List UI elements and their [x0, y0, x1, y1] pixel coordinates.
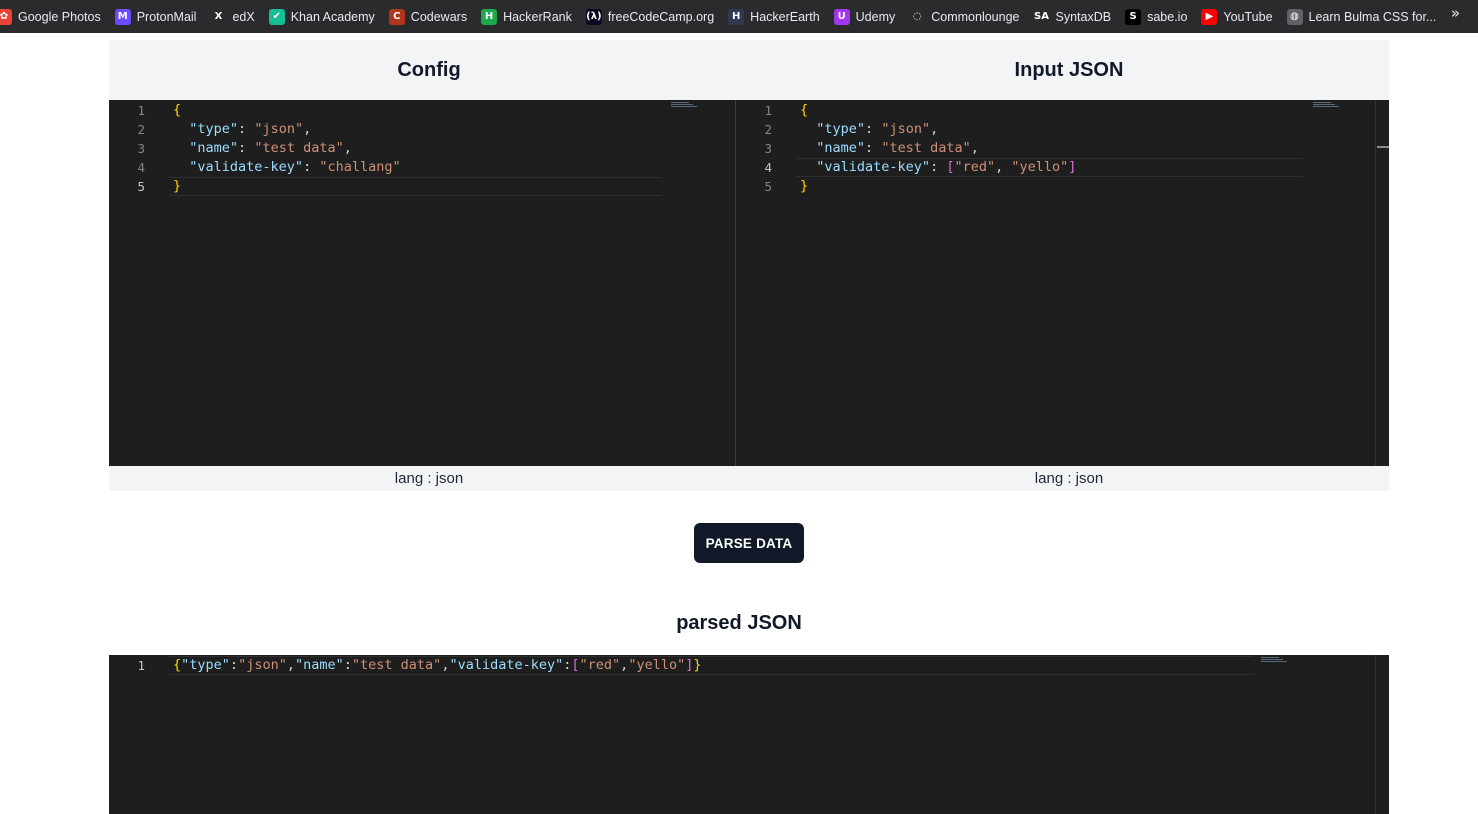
code-text: "validate-key": ["red", "yello"] — [816, 159, 1077, 175]
bookmark-label: Google Photos — [18, 9, 101, 24]
edx-icon: X — [210, 8, 227, 25]
parsed-editor-scrollbar[interactable] — [1375, 655, 1389, 814]
parsed-editor[interactable]: 1 {"type":"json","name":"test data","vali… — [109, 655, 1375, 814]
bookmark-khan-academy[interactable]: ✔ Khan Academy — [268, 5, 389, 29]
config-editor[interactable]: 1{2 "type": "json", 3 "name": "test data"… — [109, 100, 735, 466]
code-text: "name": "test data", — [189, 140, 352, 156]
line-number: 1 — [137, 103, 145, 118]
input-lang-label: lang : json — [749, 466, 1389, 491]
syntaxdb-icon: SA — [1033, 8, 1050, 25]
bookmark-codewars[interactable]: C Codewars — [388, 5, 481, 29]
config-lang-label: lang : json — [109, 466, 749, 491]
codewars-icon: C — [388, 8, 405, 25]
globe-icon: ◍ — [1286, 8, 1303, 25]
code-text: { — [173, 102, 182, 118]
line-number: 4 — [137, 160, 145, 175]
bookmark-commonlounge[interactable]: ◌ Commonlounge — [909, 5, 1033, 29]
code-line[interactable]: 1{ — [109, 101, 735, 120]
code-text: {"type":"json","name":"test data","valid… — [173, 657, 702, 673]
bookmark-label: freeCodeCamp.org — [607, 9, 715, 24]
bookmark-label: HackerEarth — [750, 9, 820, 24]
code-line[interactable]: 1{ — [736, 101, 1375, 120]
bookmark-label: Codewars — [410, 9, 468, 24]
config-panel-header: Config — [109, 40, 749, 100]
minimap[interactable] — [1313, 102, 1341, 108]
parse-data-button[interactable]: PARSE DATA — [694, 523, 804, 563]
config-title: Config — [397, 58, 461, 81]
bookmark-freecodecamp[interactable]: (λ) freeCodeCamp.org — [585, 5, 728, 29]
code-line[interactable]: 4 "validate-key": "challang" — [109, 158, 735, 177]
code-text: "validate-key": "challang" — [189, 159, 401, 175]
bookmark-udemy[interactable]: U Udemy — [833, 5, 910, 29]
bookmark-label: sabe.io — [1147, 9, 1188, 24]
code-line[interactable]: 2 "type": "json", — [109, 120, 735, 139]
freecodecamp-icon: (λ) — [585, 8, 602, 25]
bookmark-hackerrank[interactable]: H HackerRank — [481, 5, 586, 29]
line-number: 3 — [137, 141, 145, 156]
sabe-icon: S — [1125, 8, 1142, 25]
input-editor[interactable]: 1{2 "type": "json", 3 "name": "test data"… — [736, 100, 1375, 466]
code-line[interactable]: 5} — [736, 177, 1375, 196]
code-text: { — [800, 102, 809, 118]
bookmark-youtube[interactable]: ▶ YouTube — [1201, 5, 1286, 29]
code-line[interactable]: 5} — [109, 177, 735, 196]
input-panel-header: Input JSON — [749, 40, 1389, 100]
hackerearth-icon: H — [728, 8, 745, 25]
line-number: 2 — [764, 122, 772, 137]
bookmark-globe[interactable]: ◍ Learn Bulma CSS for... — [1286, 5, 1451, 29]
code-line[interactable]: 3 "name": "test data", — [736, 139, 1375, 158]
bookmark-label: Learn Bulma CSS for... — [1308, 9, 1437, 24]
line-number: 1 — [764, 103, 772, 118]
minimap[interactable] — [1261, 657, 1289, 663]
line-number: 2 — [137, 122, 145, 137]
bookmark-protonmail[interactable]: M ProtonMail — [114, 5, 211, 29]
hackerrank-icon: H — [481, 8, 498, 25]
bookmark-label: HackerRank — [503, 9, 572, 24]
line-number: 1 — [137, 658, 145, 673]
bookmark-label: ProtonMail — [136, 9, 197, 24]
google-photos-icon: ✿ — [0, 8, 12, 25]
khan-academy-icon: ✔ — [268, 8, 285, 25]
input-editor-scrollbar[interactable] — [1375, 100, 1389, 466]
line-number: 5 — [764, 179, 772, 194]
code-line[interactable]: 2 "type": "json", — [736, 120, 1375, 139]
code-line[interactable]: 4 "validate-key": ["red", "yello"] — [736, 158, 1375, 177]
input-title: Input JSON — [1014, 58, 1124, 81]
commonlounge-icon: ◌ — [909, 8, 926, 25]
code-line[interactable]: 3 "name": "test data", — [109, 139, 735, 158]
udemy-icon: U — [833, 8, 850, 25]
bookmark-edx[interactable]: XedX — [210, 5, 268, 29]
bookmark-hackerearth[interactable]: H HackerEarth — [728, 5, 833, 29]
youtube-icon: ▶ — [1201, 8, 1218, 25]
parsed-title: parsed JSON — [676, 612, 802, 634]
line-number: 4 — [764, 160, 772, 175]
bookmark-label: YouTube — [1223, 9, 1273, 24]
bookmark-label: SyntaxDB — [1055, 9, 1112, 24]
line-number: 5 — [137, 179, 145, 194]
code-text: } — [173, 178, 182, 194]
code-text: "name": "test data", — [816, 140, 979, 156]
bookmark-sabe[interactable]: Ssabe.io — [1125, 5, 1201, 29]
bookmark-label: Khan Academy — [290, 9, 375, 24]
bookmark-syntaxdb[interactable]: SA SyntaxDB — [1033, 5, 1126, 29]
code-text: "type": "json", — [816, 121, 939, 137]
bookmark-google-photos[interactable]: ✿ Google Photos — [0, 5, 115, 29]
code-text: } — [800, 178, 809, 194]
line-number: 3 — [764, 141, 772, 156]
bookmarks-overflow-icon[interactable]: » — [1451, 4, 1460, 22]
protonmail-icon: M — [114, 8, 131, 25]
code-text: "type": "json", — [189, 121, 312, 137]
bookmark-label: Udemy — [855, 9, 896, 24]
bookmark-label: edX — [232, 9, 255, 24]
code-line[interactable]: 1 {"type":"json","name":"test data","vali… — [109, 656, 1375, 675]
minimap[interactable] — [671, 102, 699, 108]
bookmark-label: Commonlounge — [931, 9, 1020, 24]
bookmarks-bar: ✿ Google Photos M ProtonMail XedX ✔ Khan Acade… — [0, 0, 1478, 33]
